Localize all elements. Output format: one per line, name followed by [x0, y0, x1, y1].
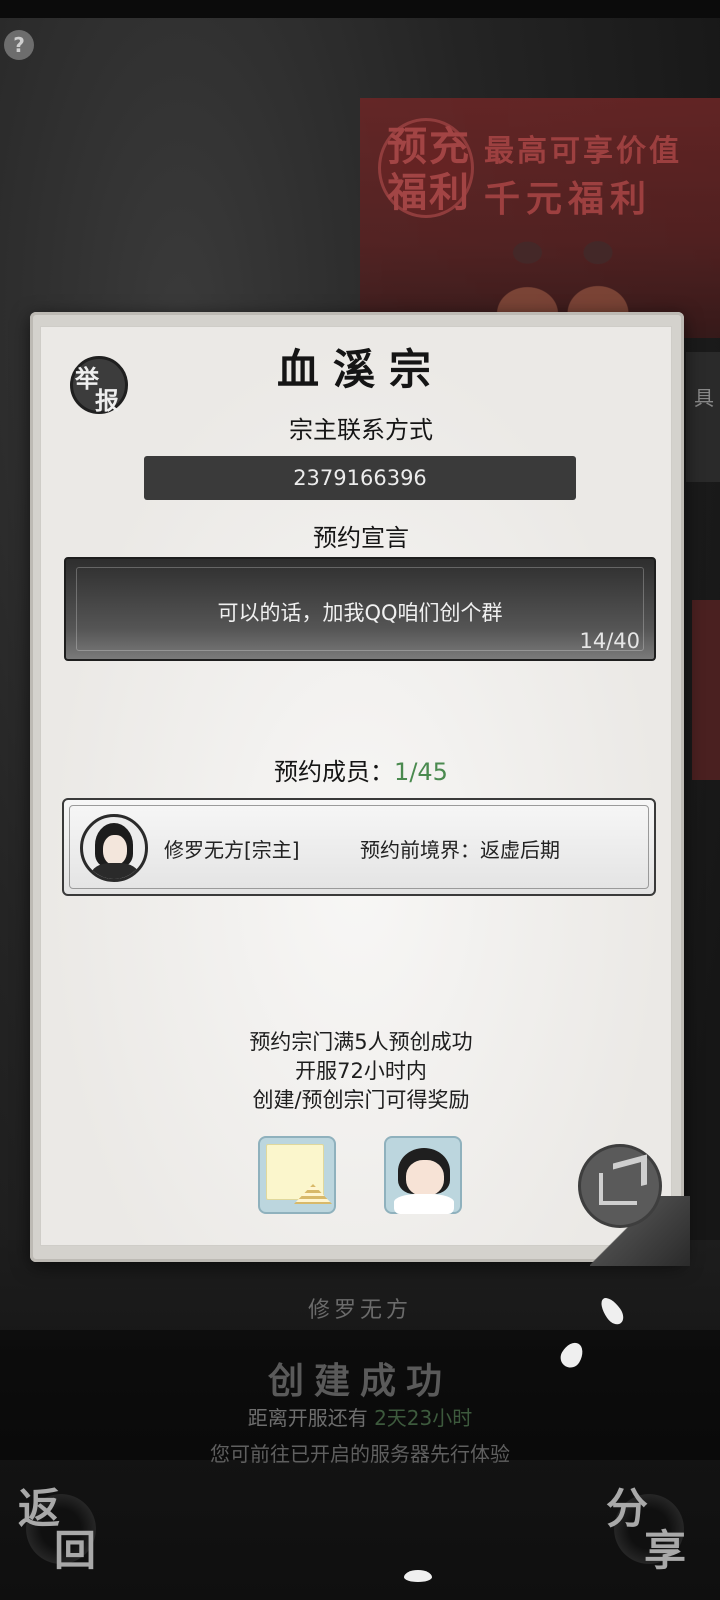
countdown: 距离开服还有 2天23小时: [0, 1402, 720, 1431]
scroll-reward-icon[interactable]: [258, 1136, 336, 1214]
promo-banner[interactable]: 预充 福利 最高可享价值 千元福利: [360, 98, 720, 338]
promo-seal-line2: 福利: [387, 169, 471, 216]
preview-hint: 您可前往已开启的服务器先行体验: [210, 1442, 510, 1466]
sect-name: 血溪宗: [276, 345, 445, 394]
side-tab[interactable]: 具: [686, 352, 720, 482]
share-button[interactable]: 分 享: [600, 1480, 700, 1580]
promo-line2: 千元福利: [484, 178, 653, 220]
declaration-count: 14/40: [579, 629, 640, 653]
side-panel-edge: [692, 600, 720, 780]
rule-line: 开服72小时内: [295, 1059, 427, 1083]
countdown-value: 2天23小时: [374, 1406, 473, 1430]
rule-line: 创建/预创宗门可得奖励: [252, 1088, 470, 1112]
members-label: 预约成员：1/45: [34, 752, 688, 787]
avatar-face: [103, 835, 127, 865]
back-char2: 回: [54, 1526, 97, 1575]
contact-value[interactable]: 2379166396: [144, 456, 576, 500]
reward-char-face: [406, 1160, 444, 1196]
status-bar: [0, 0, 720, 18]
status-title: 创建成功: [267, 1360, 452, 1402]
promo-seal-line1: 预充: [387, 123, 471, 170]
member-realm: 预约前境界：返虚后期: [360, 838, 560, 862]
contact-label: 宗主联系方式: [289, 416, 433, 444]
back-char1: 返: [18, 1484, 61, 1533]
promo-line1: 最高可享价值: [484, 134, 682, 169]
help-button[interactable]: ?: [4, 30, 34, 60]
character-reward-icon[interactable]: [384, 1136, 462, 1214]
share-char1: 分: [606, 1484, 649, 1533]
side-tab-label: 具: [694, 386, 714, 410]
share-char2: 享: [644, 1526, 687, 1575]
promo-seal: 预充 福利: [378, 118, 474, 218]
member-avatar: [80, 814, 148, 882]
declaration-label: 预约宣言: [313, 524, 409, 552]
sect-dialog: [30, 312, 684, 1262]
share-icon-arrow: [613, 1154, 647, 1194]
members-count: 1/45: [394, 758, 448, 786]
petal-decoration: [404, 1570, 432, 1582]
back-button[interactable]: 返 回: [12, 1480, 112, 1580]
member-name: 修罗无方[宗主]: [164, 838, 300, 862]
declaration-box: 可以的话，加我QQ咱们创个群 14/40: [64, 557, 656, 661]
rules-text: 预约宗门满5人预创成功 开服72小时内 创建/预创宗门可得奖励: [34, 1028, 688, 1115]
rule-line: 预约宗门满5人预创成功: [249, 1030, 473, 1054]
share-icon[interactable]: [578, 1144, 662, 1228]
member-row[interactable]: 修罗无方[宗主] 预约前境界：返虚后期: [62, 798, 656, 896]
declaration-text: 可以的话，加我QQ咱们创个群: [217, 601, 503, 625]
reward-char-body: [394, 1194, 454, 1214]
members-label-text: 预约成员：: [274, 758, 395, 786]
countdown-prefix: 距离开服还有: [247, 1406, 368, 1430]
member-row-frame: [69, 805, 649, 889]
